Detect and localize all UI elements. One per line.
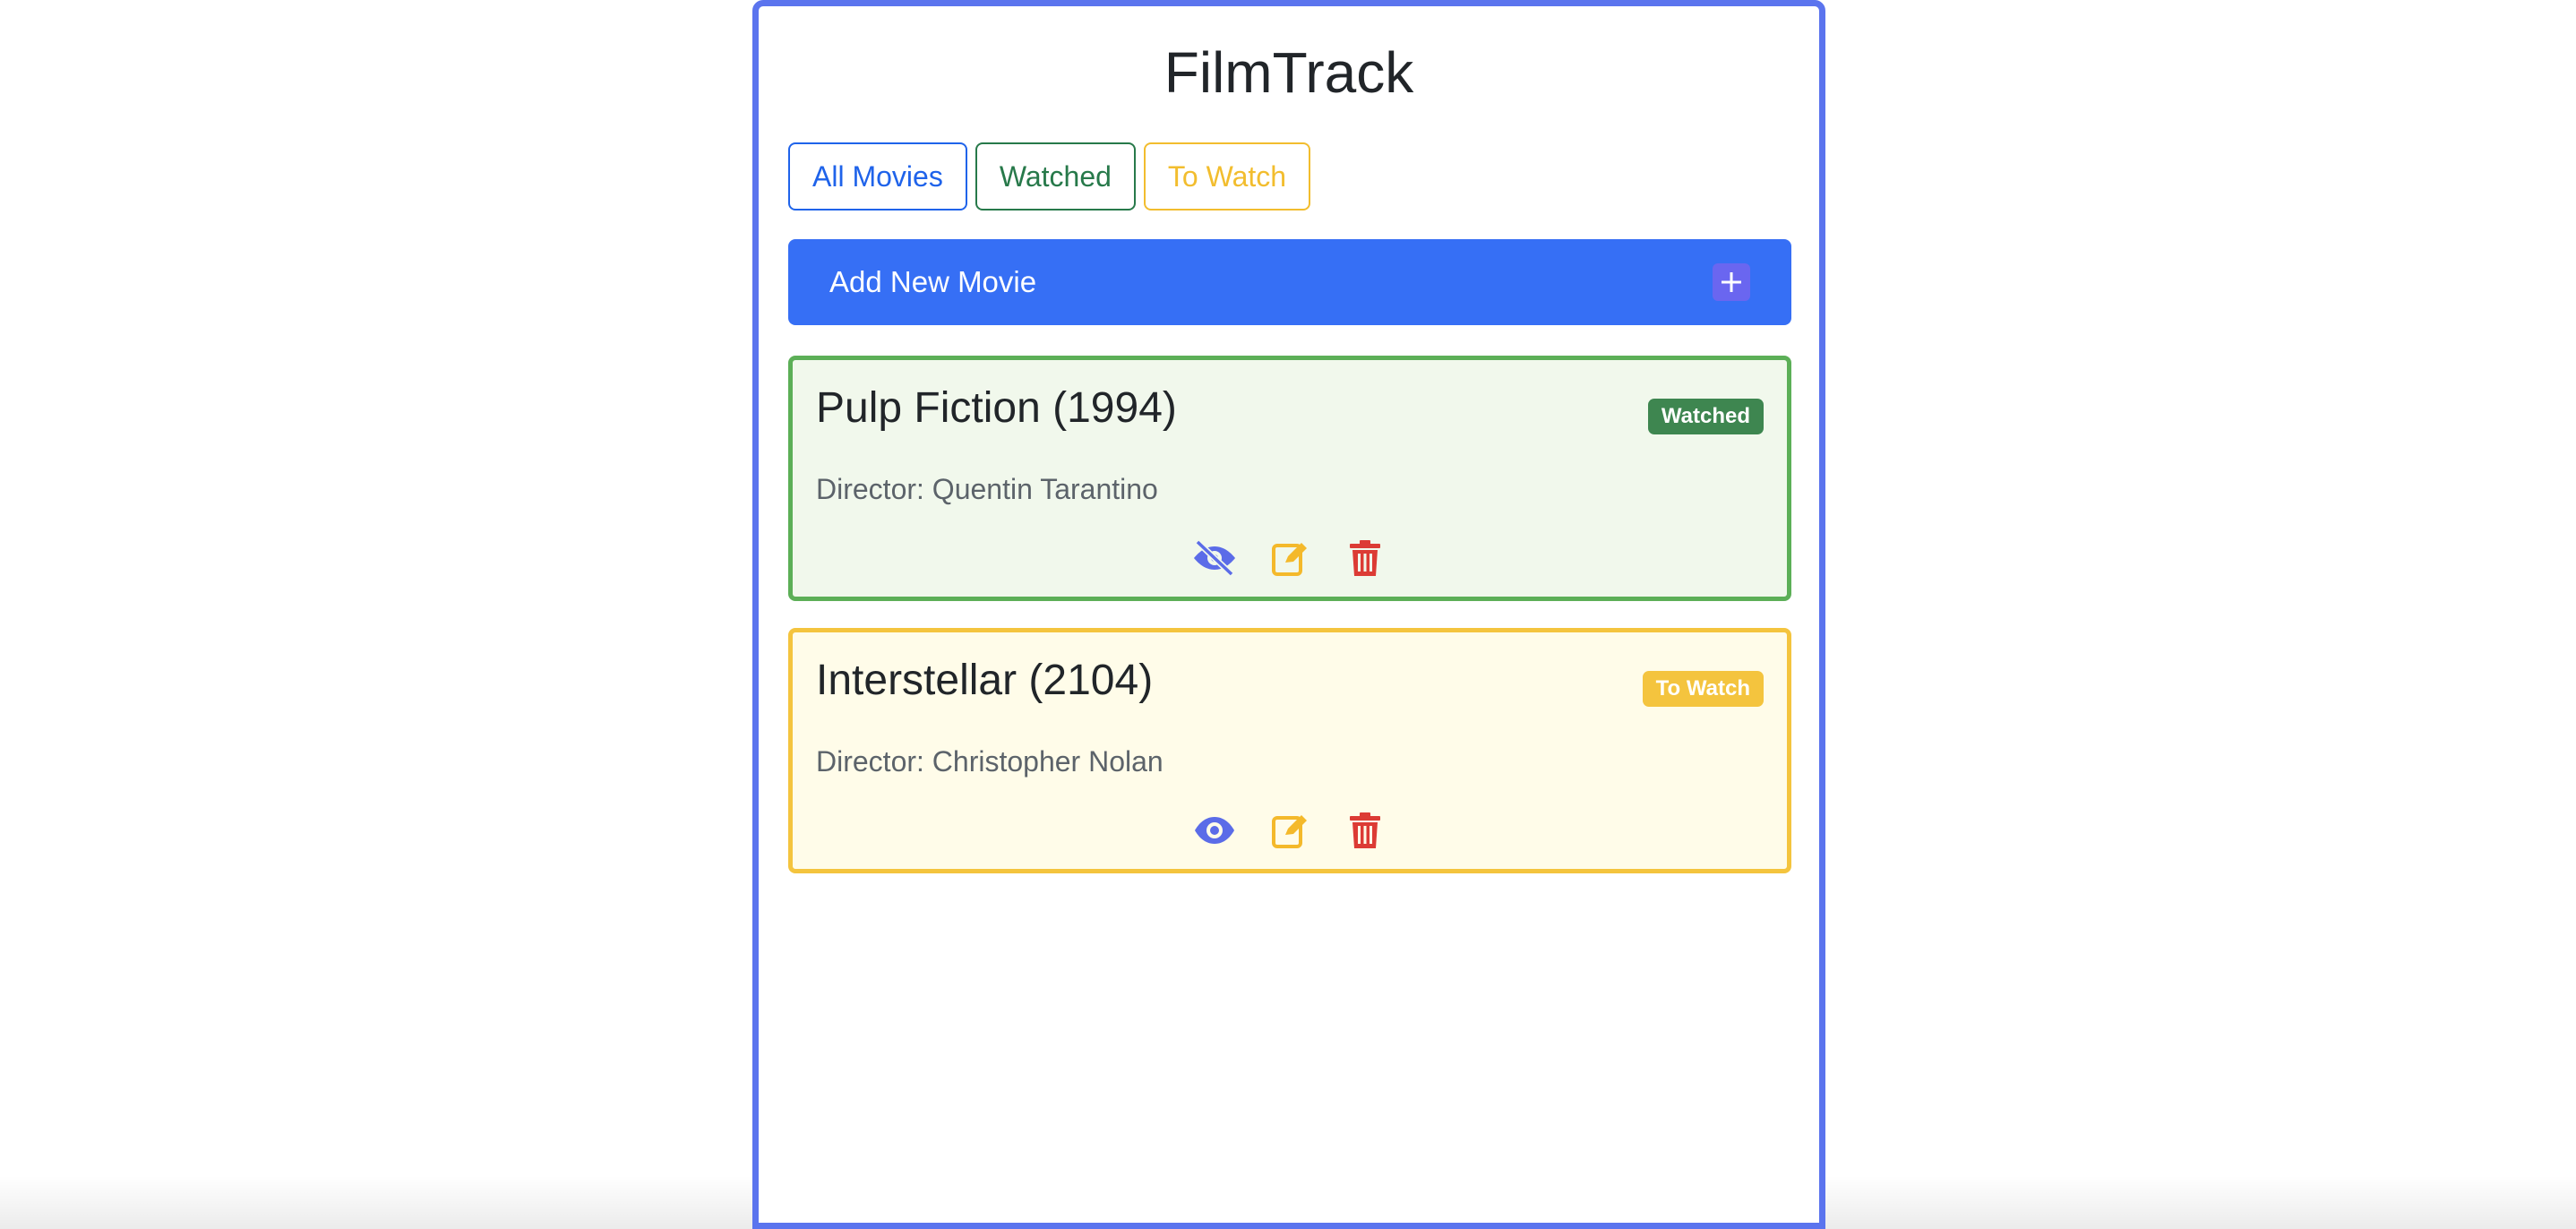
- edit-icon[interactable]: [1267, 808, 1312, 853]
- status-badge: Watched: [1647, 399, 1764, 434]
- movie-actions: [793, 536, 1787, 580]
- app-container: FilmTrack All Movies Watched To Watch Ad…: [752, 0, 1825, 1229]
- movie-card: Pulp Fiction (1994) Watched Director: Qu…: [788, 356, 1791, 601]
- eye-slash-icon[interactable]: [1192, 536, 1237, 580]
- filter-group: All Movies Watched To Watch: [788, 142, 1311, 211]
- movie-actions: [793, 808, 1787, 853]
- movie-title: Pulp Fiction (1994): [816, 384, 1177, 432]
- trash-icon[interactable]: [1343, 536, 1387, 580]
- app-title: FilmTrack: [1163, 40, 1414, 105]
- filter-all-movies-button[interactable]: All Movies: [788, 142, 967, 211]
- trash-icon[interactable]: [1343, 808, 1387, 853]
- movie-director: Director: Christopher Nolan: [816, 745, 1163, 778]
- movie-card: Interstellar (2104) To Watch Director: C…: [788, 628, 1791, 873]
- status-badge: To Watch: [1642, 671, 1764, 707]
- filter-watched-button[interactable]: Watched: [975, 142, 1136, 211]
- edit-icon[interactable]: [1267, 536, 1312, 580]
- add-new-movie-label: Add New Movie: [829, 265, 1037, 298]
- add-new-movie-button[interactable]: Add New Movie: [788, 239, 1791, 325]
- plus-icon[interactable]: [1713, 263, 1750, 301]
- movie-title: Interstellar (2104): [816, 657, 1154, 704]
- filter-to-watch-button[interactable]: To Watch: [1143, 142, 1311, 211]
- eye-icon[interactable]: [1192, 808, 1237, 853]
- movie-director: Director: Quentin Tarantino: [816, 473, 1158, 505]
